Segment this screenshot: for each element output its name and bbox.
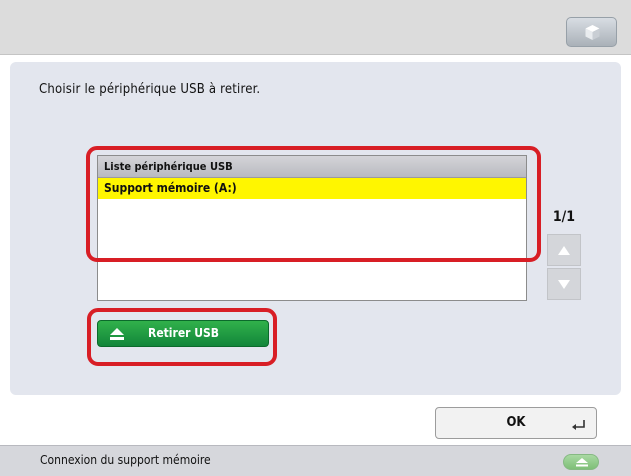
highlight-frame-button (87, 308, 277, 366)
status-text: Connexion du support mémoire (40, 453, 211, 467)
top-bar (0, 0, 631, 55)
page-indicator: 1/1 (552, 209, 576, 225)
enter-return-icon (572, 420, 585, 430)
instruction-text: Choisir le périphérique USB à retirer. (39, 82, 261, 97)
cube-icon (585, 25, 600, 40)
highlight-frame-list (86, 146, 541, 262)
triangle-up-icon (558, 246, 570, 255)
status-bar: Connexion du support mémoire (0, 445, 631, 476)
triangle-down-icon (558, 280, 570, 289)
counter-check-button[interactable] (566, 17, 617, 47)
ok-button[interactable]: OK (435, 407, 597, 439)
eject-icon (576, 458, 588, 467)
memory-media-button[interactable] (563, 454, 599, 470)
scroll-down-button[interactable] (547, 268, 581, 300)
ok-label: OK (506, 415, 526, 430)
scroll-up-button[interactable] (547, 234, 581, 266)
